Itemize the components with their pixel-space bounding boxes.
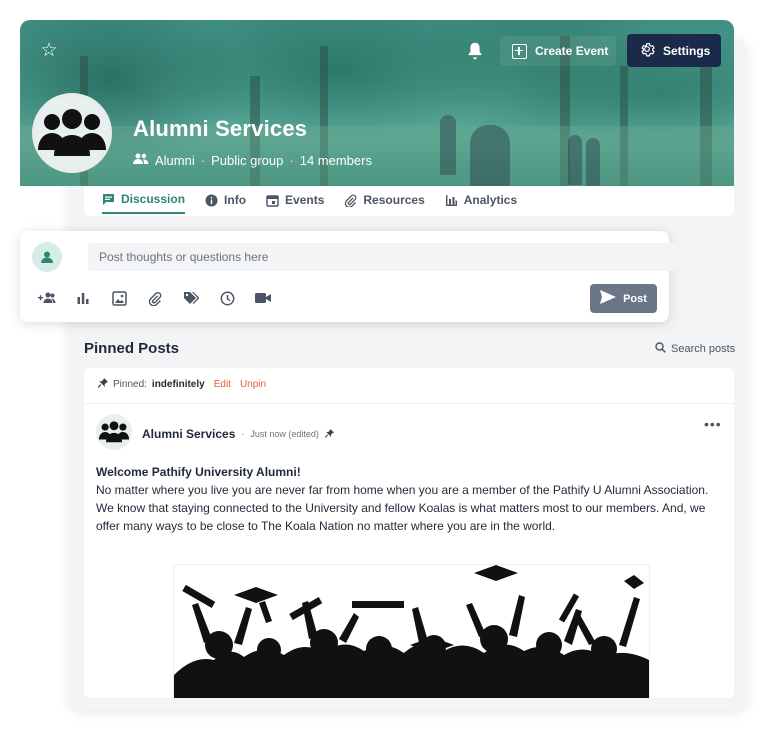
tab-label: Info	[224, 193, 247, 207]
search-icon	[655, 342, 666, 356]
create-event-button[interactable]: Create Event	[500, 36, 616, 66]
gear-icon	[639, 41, 655, 60]
send-icon	[600, 290, 617, 307]
user-avatar	[32, 242, 62, 272]
people-icon	[133, 153, 149, 168]
post-input[interactable]	[88, 243, 677, 271]
group-category: Alumni	[155, 153, 195, 168]
post-author-row: Alumni Services · Just now (edited)	[142, 427, 334, 441]
paperclip-icon	[344, 194, 357, 208]
calendar-icon	[266, 194, 279, 207]
add-people-icon[interactable]	[38, 289, 56, 307]
pin-icon	[324, 427, 334, 441]
pinned-posts-title: Pinned Posts	[84, 340, 180, 357]
tag-icon[interactable]	[182, 289, 200, 307]
clock-icon[interactable]	[218, 289, 236, 307]
composer-toolbar	[38, 289, 272, 307]
group-privacy: Public group	[211, 153, 284, 168]
post-timestamp: Just now (edited)	[250, 429, 319, 439]
tab-label: Events	[285, 193, 325, 207]
group-avatar	[32, 93, 112, 173]
tab-label: Discussion	[121, 192, 186, 206]
group-members[interactable]: 14 members	[300, 153, 372, 168]
edit-pin-link[interactable]: Edit	[214, 379, 231, 390]
pinned-duration: indefinitely	[151, 379, 205, 390]
post-author[interactable]: Alumni Services	[142, 427, 235, 441]
notification-bell-icon[interactable]	[464, 40, 486, 62]
divider	[84, 403, 734, 404]
settings-label: Settings	[663, 43, 711, 58]
people-group-icon	[98, 421, 130, 443]
tab-info[interactable]: Info	[205, 186, 246, 214]
pinned-post-card: Pinned: indefinitely Edit Unpin Alumni S…	[84, 368, 734, 698]
attachment-icon[interactable]	[146, 289, 164, 307]
settings-button[interactable]: Settings	[627, 34, 721, 67]
group-title: Alumni Services	[133, 116, 308, 141]
post-text: No matter where you live you are never f…	[96, 483, 709, 533]
favorite-star-icon[interactable]: ☆	[38, 40, 60, 62]
group-tabs: Discussion Info Events Resources Analyti…	[84, 186, 734, 216]
graduation-silhouette-image	[173, 564, 650, 698]
create-event-label: Create Event	[535, 44, 609, 58]
post-button[interactable]: Post	[590, 284, 657, 313]
group-meta: Alumni · Public group · 14 members	[133, 153, 372, 168]
meta-separator: ·	[289, 153, 294, 168]
person-icon	[41, 251, 53, 263]
post-body: Welcome Pathify University Alumni! No ma…	[96, 463, 726, 535]
tab-events[interactable]: Events	[266, 186, 324, 214]
poll-icon[interactable]	[74, 289, 92, 307]
post-composer	[20, 231, 677, 322]
info-icon	[205, 194, 218, 207]
more-options-icon[interactable]: •••	[704, 416, 722, 432]
tab-discussion[interactable]: Discussion	[102, 186, 186, 214]
meta-separator: ·	[200, 153, 206, 168]
video-icon[interactable]	[254, 289, 272, 307]
chat-icon	[102, 193, 115, 206]
tab-resources[interactable]: Resources	[344, 186, 425, 214]
tab-label: Resources	[363, 193, 425, 207]
post-separator: ·	[241, 429, 245, 439]
calendar-plus-icon	[512, 43, 527, 59]
people-group-icon	[38, 109, 106, 156]
post-button-label: Post	[623, 292, 647, 305]
unpin-link[interactable]: Unpin	[240, 379, 266, 390]
search-posts-link[interactable]: Search posts	[655, 342, 735, 356]
search-posts-label: Search posts	[671, 343, 736, 355]
tab-analytics[interactable]: Analytics	[445, 186, 517, 214]
tab-label: Analytics	[463, 193, 518, 207]
post-heading: Welcome Pathify University Alumni!	[96, 465, 301, 479]
bar-chart-icon	[445, 194, 458, 207]
author-avatar[interactable]	[96, 414, 132, 450]
pin-icon	[97, 378, 108, 391]
image-icon[interactable]	[110, 289, 128, 307]
pinned-prefix: Pinned:	[113, 379, 147, 390]
pin-status-row: Pinned: indefinitely Edit Unpin	[97, 378, 266, 391]
